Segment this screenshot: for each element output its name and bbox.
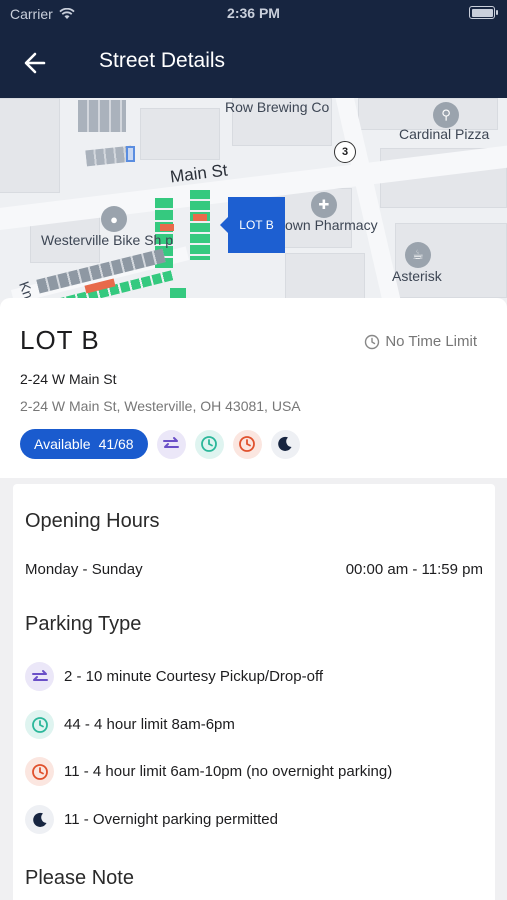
status-bar: Carrier 2:36 PM [0, 0, 507, 28]
parking-type-item: 2 - 10 minute Courtesy Pickup/Drop-off [25, 662, 323, 691]
map-building [285, 253, 365, 300]
map-label-row-brewing: Row Brewing Co [225, 99, 330, 115]
time-limit: No Time Limit [364, 333, 477, 350]
restaurant-icon: ⚲ [433, 102, 459, 128]
route-shield: 3 [334, 141, 356, 163]
clock-icon [365, 334, 380, 349]
status-time: 2:36 PM [227, 5, 280, 21]
lot-badges: Available 41/68 [20, 429, 300, 459]
map-parking-stall-selected [126, 146, 135, 162]
map-label-asterisk: Asterisk [392, 268, 442, 284]
parking-type-text: 11 - 4 hour limit 6am-10pm (no overnight… [64, 763, 393, 780]
opening-hours-row: Monday - Sunday 00:00 am - 11:59 pm [25, 561, 483, 578]
top-bar: Carrier 2:36 PM Street Details [0, 0, 507, 98]
map-label-bike-shop: Westerville Bike Sh p [41, 232, 174, 248]
shop-icon: ● [101, 206, 127, 232]
map-label-cardinal-pizza: Cardinal Pizza [399, 126, 490, 142]
time-limit-label: No Time Limit [385, 333, 477, 350]
parking-type-text: 44 - 4 hour limit 8am-6pm [64, 716, 235, 733]
clock-teal-icon [194, 429, 224, 459]
battery-icon [469, 6, 498, 19]
opening-hours-heading: Opening Hours [25, 510, 160, 532]
lot-name: LOT B [20, 325, 100, 355]
swap-icon [156, 429, 186, 459]
map-parking-stalls [78, 100, 126, 132]
address-line: 2-24 W Main St [20, 371, 117, 387]
opening-hours-value: 00:00 am - 11:59 pm [345, 561, 483, 578]
please-note-heading: Please Note [25, 867, 134, 889]
lot-details-sheet: LOT B No Time Limit 2-24 W Main St 2-24 … [0, 298, 507, 478]
availability-count: 41/68 [98, 436, 134, 452]
map-building [140, 108, 220, 160]
availability-label: Available [34, 436, 91, 452]
opening-days: Monday - Sunday [25, 561, 143, 578]
clock-orange-icon [232, 429, 262, 459]
full-address: 2-24 W Main St, Westerville, OH 43081, U… [20, 398, 301, 414]
map-parking-stall-orange [160, 224, 174, 231]
map-building [0, 98, 60, 193]
moon-icon [25, 805, 54, 834]
parking-type-item: 44 - 4 hour limit 8am-6pm [25, 710, 235, 739]
availability-badge: Available 41/68 [20, 429, 148, 459]
parking-type-item: 11 - Overnight parking permitted [25, 805, 278, 834]
cafe-icon: ☕ [405, 242, 431, 268]
info-card: Opening Hours Monday - Sunday 00:00 am -… [13, 484, 495, 900]
map-label-pharmacy: own Pharmacy [285, 217, 378, 233]
pharmacy-icon: ✚ [311, 192, 337, 218]
clock-orange-icon [25, 757, 54, 786]
lot-marker[interactable]: LOT B [220, 197, 285, 253]
moon-icon [270, 429, 300, 459]
swap-icon [25, 662, 54, 691]
parking-type-heading: Parking Type [25, 613, 142, 635]
navigation-bar: Street Details [0, 28, 507, 98]
map-view[interactable]: Row Brewing Co ⚲ Cardinal Pizza 3 Main S… [0, 98, 507, 300]
parking-type-text: 11 - Overnight parking permitted [64, 811, 278, 828]
page-title: Street Details [99, 49, 226, 72]
map-parking-stalls-green [190, 190, 210, 260]
parking-type-text: 2 - 10 minute Courtesy Pickup/Drop-off [64, 668, 324, 685]
clock-teal-icon [25, 710, 54, 739]
back-button[interactable] [18, 48, 52, 78]
back-arrow-icon [24, 52, 46, 74]
parking-type-item: 11 - 4 hour limit 6am-10pm (no overnight… [25, 757, 392, 786]
map-parking-stall-orange [193, 214, 207, 221]
